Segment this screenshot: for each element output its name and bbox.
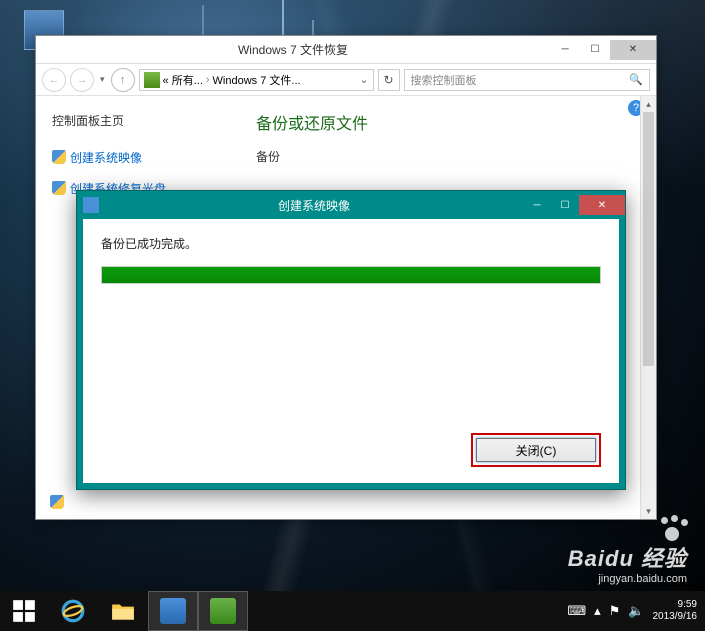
taskbar-item-ie[interactable] [48, 591, 98, 631]
dialog-titlebar[interactable]: 创建系统映像 ─ ☐ ✕ [77, 191, 625, 219]
dialog-title: 创建系统映像 [105, 197, 523, 214]
watermark: Baidu 经验 jingyan.baidu.com [568, 515, 687, 585]
dialog-create-system-image: 创建系统映像 ─ ☐ ✕ 备份已成功完成。 关闭(C) [76, 190, 626, 490]
breadcrumb-dropdown[interactable]: ⌄ [359, 73, 368, 86]
start-button[interactable] [0, 591, 48, 631]
watermark-url: jingyan.baidu.com [568, 573, 687, 585]
breadcrumb-seg[interactable]: « 所有... [163, 72, 203, 88]
taskbar-item-control-panel[interactable] [148, 591, 198, 631]
folder-icon [110, 598, 136, 624]
paw-icon [657, 515, 687, 541]
back-button[interactable]: ← [42, 68, 66, 92]
taskbar-clock[interactable]: 9:59 2013/9/16 [653, 599, 698, 623]
minimize-button[interactable]: ─ [523, 195, 551, 215]
backup-icon [210, 598, 236, 624]
up-button[interactable]: ↑ [111, 68, 135, 92]
sidebar-item-create-image[interactable]: 创建系统映像 [52, 147, 220, 168]
chevron-right-icon: › [206, 74, 210, 86]
scroll-up-icon[interactable]: ▴ [641, 96, 656, 112]
watermark-brand: Baidu 经验 [568, 541, 687, 573]
breadcrumb-seg[interactable]: Windows 7 文件... [213, 72, 301, 88]
ie-icon [60, 598, 86, 624]
control-panel-icon [160, 598, 186, 624]
titlebar[interactable]: Windows 7 文件恢复 ─ ☐ ✕ [36, 36, 656, 64]
sidebar-home-link[interactable]: 控制面板主页 [52, 110, 220, 131]
scrollbar[interactable]: ▴ ▾ [640, 96, 656, 519]
system-tray: ⌨ ▴ ⚑ 🔈 9:59 2013/9/16 [567, 591, 705, 631]
status-message: 备份已成功完成。 [101, 235, 601, 252]
navigation-bar: ← → ▾ ↑ « 所有... › Windows 7 文件... ⌄ ↻ 搜索… [36, 64, 656, 96]
maximize-button[interactable]: ☐ [580, 40, 610, 60]
keyboard-icon[interactable]: ⌨ [567, 603, 586, 619]
breadcrumb[interactable]: « 所有... › Windows 7 文件... ⌄ [139, 69, 374, 91]
clock-date: 2013/9/16 [653, 611, 698, 623]
section-label: 备份 [256, 148, 636, 165]
history-dropdown[interactable]: ▾ [98, 74, 107, 85]
dialog-body: 备份已成功完成。 关闭(C) [83, 219, 619, 483]
shield-icon [52, 181, 66, 195]
close-button[interactable]: ✕ [610, 40, 656, 60]
windows-logo-icon [11, 598, 37, 624]
window-title: Windows 7 文件恢复 [36, 41, 550, 58]
progress-bar [101, 266, 601, 284]
search-placeholder: 搜索控制面板 [411, 72, 477, 88]
clock-time: 9:59 [653, 599, 698, 611]
search-icon: 🔍 [629, 73, 643, 86]
volume-icon[interactable]: 🔈 [628, 603, 644, 619]
shield-icon [50, 495, 64, 509]
minimize-button[interactable]: ─ [550, 40, 580, 60]
taskbar-item-backup[interactable] [198, 591, 248, 631]
scroll-thumb[interactable] [643, 112, 654, 366]
taskbar-item-explorer[interactable] [98, 591, 148, 631]
shield-icon [52, 150, 66, 164]
close-button[interactable]: ✕ [579, 195, 625, 215]
close-dialog-button[interactable]: 关闭(C) [476, 438, 596, 462]
dialog-icon [83, 197, 99, 213]
page-heading: 备份或还原文件 [256, 110, 636, 134]
taskbar: ⌨ ▴ ⚑ 🔈 9:59 2013/9/16 [0, 591, 705, 631]
action-center-icon[interactable]: ⚑ [609, 603, 621, 619]
refresh-button[interactable]: ↻ [378, 69, 400, 91]
location-icon [144, 72, 160, 88]
tray-chevron-icon[interactable]: ▴ [594, 603, 601, 619]
search-input[interactable]: 搜索控制面板 🔍 [404, 69, 650, 91]
maximize-button[interactable]: ☐ [551, 195, 579, 215]
highlight-annotation: 关闭(C) [471, 433, 601, 467]
forward-button[interactable]: → [70, 68, 94, 92]
